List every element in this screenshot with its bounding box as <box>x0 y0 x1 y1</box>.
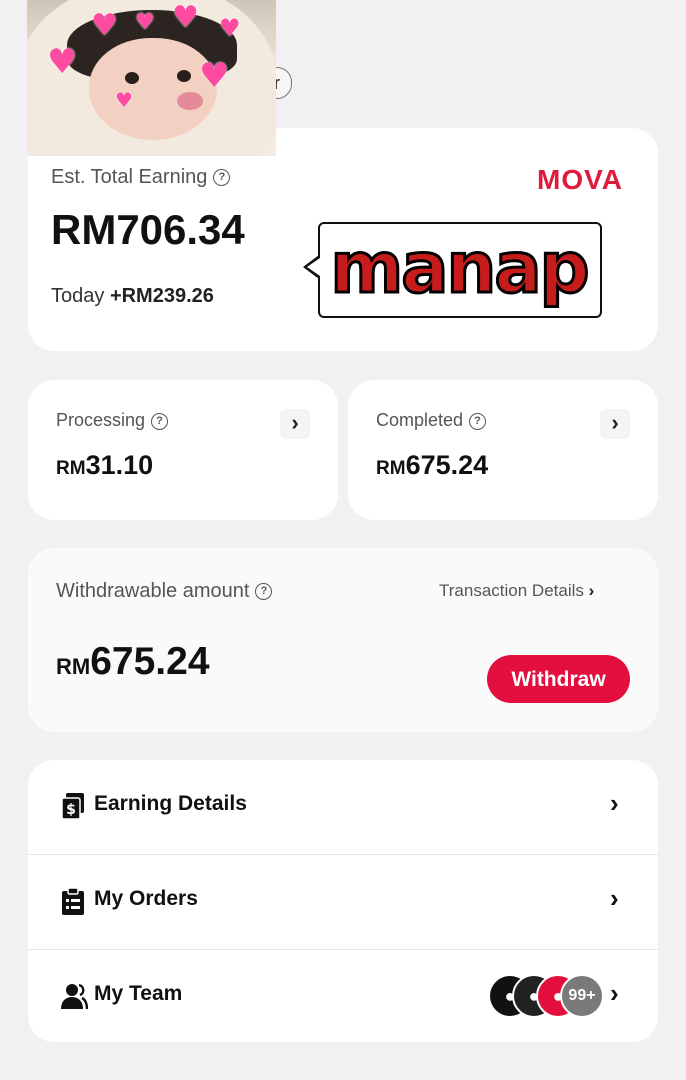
chevron-right-icon: › <box>610 978 619 1008</box>
brand-logo: MOVA <box>537 164 623 195</box>
earning-details-icon: $ <box>61 793 84 820</box>
help-icon[interactable]: ? <box>151 412 169 430</box>
clipboard-icon <box>62 887 84 915</box>
chevron-right-icon: › <box>588 581 595 600</box>
completed-chevron-icon[interactable]: › <box>600 409 630 439</box>
withdrawable-amount: RM675.24 <box>56 640 210 683</box>
svg-text:$: $ <box>66 802 76 818</box>
menu-item-label: My Orders <box>94 887 198 910</box>
help-icon[interactable]: ? <box>213 169 231 187</box>
sticker-text: manap <box>329 226 591 311</box>
help-icon[interactable]: ? <box>469 412 487 430</box>
total-earning-title: Est. Total Earning? <box>51 166 231 189</box>
processing-amount: RM31.10 <box>56 450 154 480</box>
today-earning: Today +RM239.26 <box>51 285 214 307</box>
chevron-right-icon: › <box>610 788 619 818</box>
sticker-photo: ♥ ♥ ♥ ♥ ♥ ♥ ♥ <box>27 0 276 156</box>
completed-label: Completed? <box>376 410 487 431</box>
withdraw-button[interactable]: Withdraw <box>487 655 630 703</box>
menu-item-my-orders[interactable]: My Orders › <box>28 855 658 949</box>
completed-amount: RM675.24 <box>376 450 489 480</box>
menu-item-label: My Team <box>94 982 183 1005</box>
menu-item-label: Earning Details <box>94 792 247 815</box>
team-count-badge: 99+ <box>560 974 604 1018</box>
total-earning-amount: RM706.34 <box>51 206 245 253</box>
processing-chevron-icon[interactable]: › <box>280 409 310 439</box>
help-icon[interactable]: ? <box>255 583 273 601</box>
transaction-details-link[interactable]: Transaction Details › <box>439 581 594 601</box>
menu-item-earning-details[interactable]: $ Earning Details › <box>28 760 658 854</box>
menu-item-my-team[interactable]: My Team ● ● ● 99+ › <box>28 950 658 1044</box>
team-icon <box>61 983 88 1010</box>
processing-label: Processing? <box>56 410 169 431</box>
chevron-right-icon: › <box>610 883 619 913</box>
withdrawable-label: Withdrawable amount? <box>56 580 273 603</box>
